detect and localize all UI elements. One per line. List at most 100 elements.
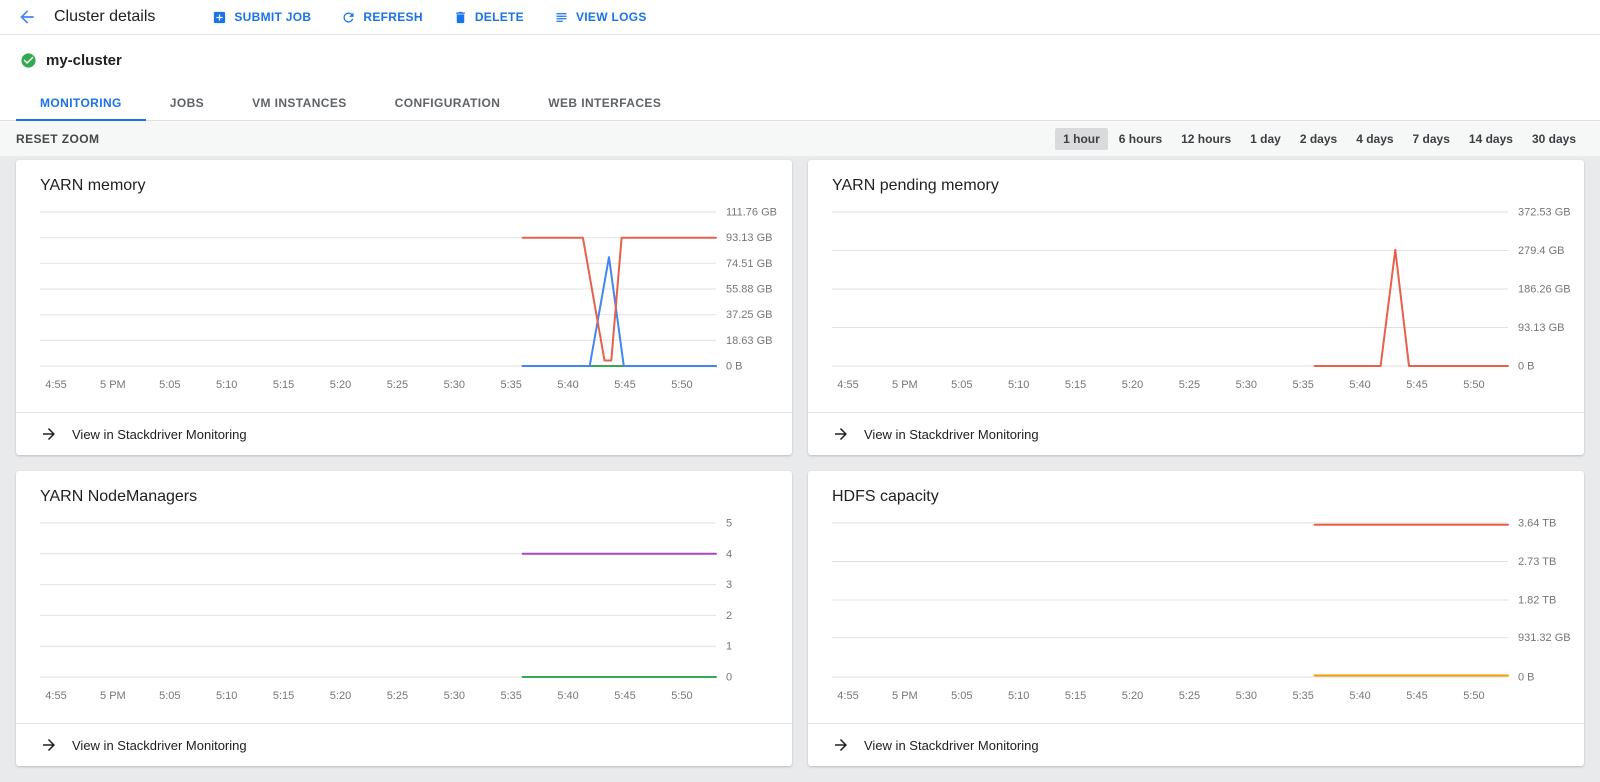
stackdriver-link[interactable]: View in Stackdriver Monitoring: [808, 412, 1584, 455]
svg-text:5:30: 5:30: [444, 690, 465, 702]
svg-text:186.26 GB: 186.26 GB: [1518, 284, 1571, 296]
svg-text:5:05: 5:05: [159, 379, 180, 391]
time-range-12-hours[interactable]: 12 hours: [1173, 128, 1239, 150]
svg-text:5 PM: 5 PM: [892, 379, 918, 391]
svg-text:4:55: 4:55: [45, 379, 66, 391]
time-range-4-days[interactable]: 4 days: [1348, 128, 1401, 150]
yarn-pending-memory-chart[interactable]: 372.53 GB279.4 GB186.26 GB93.13 GB0 B4:5…: [832, 198, 1574, 410]
svg-text:18.63 GB: 18.63 GB: [726, 335, 772, 347]
svg-text:5:50: 5:50: [671, 690, 692, 702]
tab-monitoring[interactable]: MONITORING: [16, 85, 146, 120]
svg-text:5:50: 5:50: [671, 379, 692, 391]
svg-text:5:10: 5:10: [216, 379, 237, 391]
view-logs-icon: [554, 10, 569, 25]
svg-text:93.13 GB: 93.13 GB: [726, 232, 772, 244]
time-range-1-day[interactable]: 1 day: [1242, 128, 1289, 150]
chart-title: YARN memory: [16, 160, 792, 198]
svg-text:3: 3: [726, 579, 732, 591]
svg-text:5 PM: 5 PM: [100, 379, 126, 391]
arrow-forward-icon: [832, 425, 850, 443]
svg-text:5:15: 5:15: [273, 379, 294, 391]
svg-text:5:25: 5:25: [387, 690, 408, 702]
svg-text:5:25: 5:25: [387, 379, 408, 391]
cluster-status-ok-icon: [20, 52, 37, 69]
time-range-group: 1 hour6 hours12 hours1 day2 days4 days7 …: [1055, 128, 1584, 150]
top-app-bar: Cluster details SUBMIT JOB REFRESH DELET…: [0, 0, 1600, 34]
svg-text:5:45: 5:45: [614, 690, 635, 702]
tab-vm-instances[interactable]: VM INSTANCES: [228, 85, 371, 120]
submit-job-label: SUBMIT JOB: [234, 10, 311, 24]
svg-text:4:55: 4:55: [837, 690, 858, 702]
svg-text:5:40: 5:40: [1349, 690, 1370, 702]
stackdriver-link[interactable]: View in Stackdriver Monitoring: [16, 412, 792, 455]
svg-text:5:35: 5:35: [500, 379, 521, 391]
svg-text:5:50: 5:50: [1463, 379, 1484, 391]
tab-jobs[interactable]: JOBS: [146, 85, 228, 120]
stackdriver-link[interactable]: View in Stackdriver Monitoring: [808, 723, 1584, 766]
time-range-14-days[interactable]: 14 days: [1461, 128, 1521, 150]
svg-text:74.51 GB: 74.51 GB: [726, 258, 772, 270]
svg-text:4: 4: [726, 548, 732, 560]
svg-text:0 B: 0 B: [726, 361, 743, 373]
svg-text:5:35: 5:35: [500, 690, 521, 702]
hdfs-capacity-card: HDFS capacity 3.64 TB2.73 TB1.82 TB931.3…: [808, 471, 1584, 766]
submit-job-icon: [212, 10, 227, 25]
cluster-name: my-cluster: [46, 52, 122, 69]
refresh-button[interactable]: REFRESH: [326, 0, 437, 34]
yarn-nodemanagers-card: YARN NodeManagers 5432104:555 PM5:055:10…: [16, 471, 792, 766]
svg-text:3.64 TB: 3.64 TB: [1518, 518, 1556, 530]
hdfs-capacity-chart[interactable]: 3.64 TB2.73 TB1.82 TB931.32 GB0 B4:555 P…: [832, 509, 1574, 721]
delete-icon: [453, 10, 468, 25]
toolbar-actions: SUBMIT JOB REFRESH DELETE VIEW LOGS: [197, 0, 661, 34]
view-logs-button[interactable]: VIEW LOGS: [539, 0, 662, 34]
svg-text:37.25 GB: 37.25 GB: [726, 309, 772, 321]
tab-web-interfaces[interactable]: WEB INTERFACES: [524, 85, 685, 120]
svg-text:2.73 TB: 2.73 TB: [1518, 556, 1556, 568]
svg-text:5:10: 5:10: [1008, 690, 1029, 702]
tab-configuration[interactable]: CONFIGURATION: [371, 85, 525, 120]
chart-plot-area: 5432104:555 PM5:055:105:155:205:255:305:…: [16, 509, 792, 723]
time-range-30-days[interactable]: 30 days: [1524, 128, 1584, 150]
tab-bar: MONITORING JOBS VM INSTANCES CONFIGURATI…: [0, 85, 1600, 121]
time-range-6-hours[interactable]: 6 hours: [1111, 128, 1170, 150]
svg-text:5 PM: 5 PM: [892, 690, 918, 702]
svg-text:5: 5: [726, 518, 732, 530]
svg-text:5 PM: 5 PM: [100, 690, 126, 702]
svg-text:5:40: 5:40: [557, 379, 578, 391]
svg-text:5:35: 5:35: [1292, 379, 1313, 391]
svg-text:1.82 TB: 1.82 TB: [1518, 595, 1556, 607]
delete-label: DELETE: [475, 10, 524, 24]
svg-text:5:15: 5:15: [273, 690, 294, 702]
svg-text:5:50: 5:50: [1463, 690, 1484, 702]
chart-plot-area: 3.64 TB2.73 TB1.82 TB931.32 GB0 B4:555 P…: [808, 509, 1584, 723]
submit-job-button[interactable]: SUBMIT JOB: [197, 0, 326, 34]
page-title: Cluster details: [54, 8, 155, 26]
stackdriver-link-label: View in Stackdriver Monitoring: [72, 427, 247, 442]
time-range-1-hour[interactable]: 1 hour: [1055, 128, 1108, 150]
svg-text:5:20: 5:20: [330, 379, 351, 391]
back-button[interactable]: [14, 4, 40, 30]
svg-text:55.88 GB: 55.88 GB: [726, 284, 772, 296]
svg-text:5:25: 5:25: [1179, 379, 1200, 391]
reset-zoom-button[interactable]: RESET ZOOM: [16, 132, 99, 146]
svg-text:5:45: 5:45: [1406, 379, 1427, 391]
delete-button[interactable]: DELETE: [438, 0, 539, 34]
svg-text:5:45: 5:45: [1406, 690, 1427, 702]
time-range-7-days[interactable]: 7 days: [1405, 128, 1458, 150]
svg-text:93.13 GB: 93.13 GB: [1518, 322, 1564, 334]
time-range-2-days[interactable]: 2 days: [1292, 128, 1345, 150]
yarn-memory-chart[interactable]: 111.76 GB93.13 GB74.51 GB55.88 GB37.25 G…: [40, 198, 782, 410]
svg-text:5:05: 5:05: [159, 690, 180, 702]
cluster-header: my-cluster: [0, 35, 1600, 85]
yarn-nodemanagers-chart[interactable]: 5432104:555 PM5:055:105:155:205:255:305:…: [40, 509, 782, 721]
svg-text:5:45: 5:45: [614, 379, 635, 391]
stackdriver-link[interactable]: View in Stackdriver Monitoring: [16, 723, 792, 766]
yarn-pending-memory-card: YARN pending memory 372.53 GB279.4 GB186…: [808, 160, 1584, 455]
svg-text:5:40: 5:40: [557, 690, 578, 702]
view-logs-label: VIEW LOGS: [576, 10, 647, 24]
svg-text:5:35: 5:35: [1292, 690, 1313, 702]
svg-text:4:55: 4:55: [45, 690, 66, 702]
svg-text:5:30: 5:30: [1236, 379, 1257, 391]
arrow-forward-icon: [40, 736, 58, 754]
svg-text:931.32 GB: 931.32 GB: [1518, 632, 1571, 644]
